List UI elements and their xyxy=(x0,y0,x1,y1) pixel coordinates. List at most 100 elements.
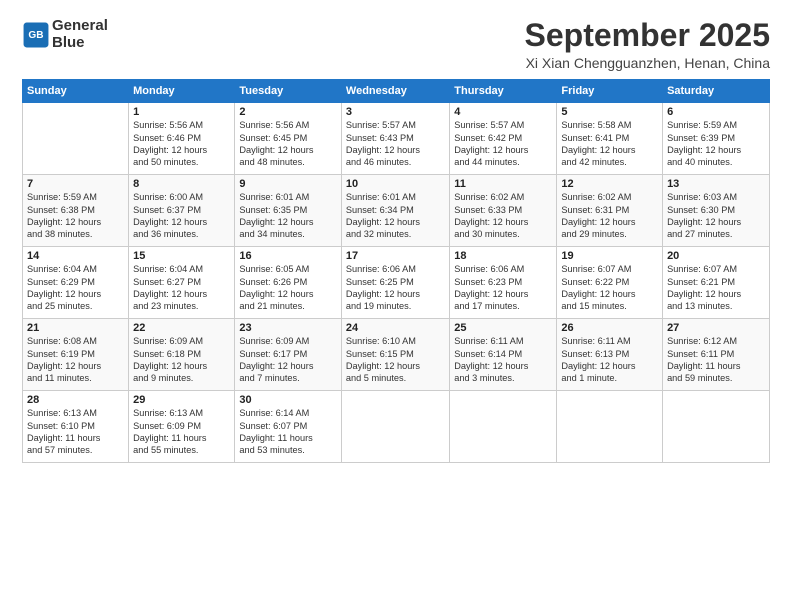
day-info: Sunrise: 5:59 AM Sunset: 6:39 PM Dayligh… xyxy=(667,119,765,169)
calendar-cell: 14Sunrise: 6:04 AM Sunset: 6:29 PM Dayli… xyxy=(23,247,129,319)
calendar-cell: 8Sunrise: 6:00 AM Sunset: 6:37 PM Daylig… xyxy=(129,175,235,247)
day-info: Sunrise: 5:56 AM Sunset: 6:45 PM Dayligh… xyxy=(239,119,337,169)
day-number: 23 xyxy=(239,322,337,334)
location-title: Xi Xian Chengguanzhen, Henan, China xyxy=(525,55,770,71)
header-thursday: Thursday xyxy=(450,80,557,103)
day-number: 29 xyxy=(133,394,230,406)
calendar-cell xyxy=(557,391,663,463)
day-info: Sunrise: 6:07 AM Sunset: 6:21 PM Dayligh… xyxy=(667,263,765,313)
calendar-cell xyxy=(450,391,557,463)
day-number: 1 xyxy=(133,106,230,118)
day-info: Sunrise: 6:02 AM Sunset: 6:31 PM Dayligh… xyxy=(561,191,658,241)
logo: GB General Blue xyxy=(22,18,108,51)
calendar-cell: 2Sunrise: 5:56 AM Sunset: 6:45 PM Daylig… xyxy=(235,103,342,175)
day-info: Sunrise: 6:13 AM Sunset: 6:09 PM Dayligh… xyxy=(133,407,230,457)
day-number: 27 xyxy=(667,322,765,334)
day-number: 25 xyxy=(454,322,552,334)
day-info: Sunrise: 6:06 AM Sunset: 6:23 PM Dayligh… xyxy=(454,263,552,313)
calendar-cell: 22Sunrise: 6:09 AM Sunset: 6:18 PM Dayli… xyxy=(129,319,235,391)
day-number: 9 xyxy=(239,178,337,190)
calendar-cell xyxy=(663,391,770,463)
calendar-cell: 28Sunrise: 6:13 AM Sunset: 6:10 PM Dayli… xyxy=(23,391,129,463)
day-number: 5 xyxy=(561,106,658,118)
day-number: 28 xyxy=(27,394,124,406)
week-row-1: 1Sunrise: 5:56 AM Sunset: 6:46 PM Daylig… xyxy=(23,103,770,175)
day-number: 7 xyxy=(27,178,124,190)
calendar-cell: 9Sunrise: 6:01 AM Sunset: 6:35 PM Daylig… xyxy=(235,175,342,247)
day-info: Sunrise: 6:08 AM Sunset: 6:19 PM Dayligh… xyxy=(27,335,124,385)
day-info: Sunrise: 6:06 AM Sunset: 6:25 PM Dayligh… xyxy=(346,263,445,313)
day-info: Sunrise: 6:12 AM Sunset: 6:11 PM Dayligh… xyxy=(667,335,765,385)
day-number: 22 xyxy=(133,322,230,334)
calendar-cell: 4Sunrise: 5:57 AM Sunset: 6:42 PM Daylig… xyxy=(450,103,557,175)
calendar-cell: 10Sunrise: 6:01 AM Sunset: 6:34 PM Dayli… xyxy=(341,175,449,247)
day-number: 6 xyxy=(667,106,765,118)
day-number: 11 xyxy=(454,178,552,190)
calendar-cell: 20Sunrise: 6:07 AM Sunset: 6:21 PM Dayli… xyxy=(663,247,770,319)
day-info: Sunrise: 6:01 AM Sunset: 6:35 PM Dayligh… xyxy=(239,191,337,241)
week-row-2: 7Sunrise: 5:59 AM Sunset: 6:38 PM Daylig… xyxy=(23,175,770,247)
day-number: 17 xyxy=(346,250,445,262)
week-row-3: 14Sunrise: 6:04 AM Sunset: 6:29 PM Dayli… xyxy=(23,247,770,319)
calendar-cell: 3Sunrise: 5:57 AM Sunset: 6:43 PM Daylig… xyxy=(341,103,449,175)
day-number: 8 xyxy=(133,178,230,190)
calendar-cell: 29Sunrise: 6:13 AM Sunset: 6:09 PM Dayli… xyxy=(129,391,235,463)
calendar-cell: 21Sunrise: 6:08 AM Sunset: 6:19 PM Dayli… xyxy=(23,319,129,391)
calendar-cell: 16Sunrise: 6:05 AM Sunset: 6:26 PM Dayli… xyxy=(235,247,342,319)
calendar-cell: 25Sunrise: 6:11 AM Sunset: 6:14 PM Dayli… xyxy=(450,319,557,391)
day-number: 30 xyxy=(239,394,337,406)
calendar-cell: 30Sunrise: 6:14 AM Sunset: 6:07 PM Dayli… xyxy=(235,391,342,463)
day-number: 18 xyxy=(454,250,552,262)
day-number: 14 xyxy=(27,250,124,262)
day-info: Sunrise: 6:09 AM Sunset: 6:17 PM Dayligh… xyxy=(239,335,337,385)
calendar-cell: 7Sunrise: 5:59 AM Sunset: 6:38 PM Daylig… xyxy=(23,175,129,247)
day-info: Sunrise: 6:11 AM Sunset: 6:13 PM Dayligh… xyxy=(561,335,658,385)
calendar-cell: 11Sunrise: 6:02 AM Sunset: 6:33 PM Dayli… xyxy=(450,175,557,247)
calendar-cell: 27Sunrise: 6:12 AM Sunset: 6:11 PM Dayli… xyxy=(663,319,770,391)
day-number: 21 xyxy=(27,322,124,334)
day-number: 3 xyxy=(346,106,445,118)
day-info: Sunrise: 6:11 AM Sunset: 6:14 PM Dayligh… xyxy=(454,335,552,385)
header-monday: Monday xyxy=(129,80,235,103)
svg-text:GB: GB xyxy=(28,30,43,41)
day-number: 16 xyxy=(239,250,337,262)
calendar-cell: 26Sunrise: 6:11 AM Sunset: 6:13 PM Dayli… xyxy=(557,319,663,391)
calendar-cell: 19Sunrise: 6:07 AM Sunset: 6:22 PM Dayli… xyxy=(557,247,663,319)
day-number: 26 xyxy=(561,322,658,334)
calendar-cell: 5Sunrise: 5:58 AM Sunset: 6:41 PM Daylig… xyxy=(557,103,663,175)
header-row: Sunday Monday Tuesday Wednesday Thursday… xyxy=(23,80,770,103)
day-info: Sunrise: 6:13 AM Sunset: 6:10 PM Dayligh… xyxy=(27,407,124,457)
day-info: Sunrise: 6:04 AM Sunset: 6:27 PM Dayligh… xyxy=(133,263,230,313)
calendar-cell: 12Sunrise: 6:02 AM Sunset: 6:31 PM Dayli… xyxy=(557,175,663,247)
calendar-cell: 23Sunrise: 6:09 AM Sunset: 6:17 PM Dayli… xyxy=(235,319,342,391)
day-info: Sunrise: 5:59 AM Sunset: 6:38 PM Dayligh… xyxy=(27,191,124,241)
calendar-table: Sunday Monday Tuesday Wednesday Thursday… xyxy=(22,79,770,463)
header-tuesday: Tuesday xyxy=(235,80,342,103)
day-number: 20 xyxy=(667,250,765,262)
week-row-4: 21Sunrise: 6:08 AM Sunset: 6:19 PM Dayli… xyxy=(23,319,770,391)
day-info: Sunrise: 6:09 AM Sunset: 6:18 PM Dayligh… xyxy=(133,335,230,385)
day-number: 4 xyxy=(454,106,552,118)
day-number: 24 xyxy=(346,322,445,334)
calendar-cell xyxy=(341,391,449,463)
header-friday: Friday xyxy=(557,80,663,103)
calendar-cell: 6Sunrise: 5:59 AM Sunset: 6:39 PM Daylig… xyxy=(663,103,770,175)
day-number: 15 xyxy=(133,250,230,262)
day-info: Sunrise: 6:04 AM Sunset: 6:29 PM Dayligh… xyxy=(27,263,124,313)
day-info: Sunrise: 6:10 AM Sunset: 6:15 PM Dayligh… xyxy=(346,335,445,385)
calendar-cell: 15Sunrise: 6:04 AM Sunset: 6:27 PM Dayli… xyxy=(129,247,235,319)
day-number: 19 xyxy=(561,250,658,262)
day-number: 2 xyxy=(239,106,337,118)
calendar-cell: 13Sunrise: 6:03 AM Sunset: 6:30 PM Dayli… xyxy=(663,175,770,247)
day-info: Sunrise: 5:57 AM Sunset: 6:42 PM Dayligh… xyxy=(454,119,552,169)
day-number: 12 xyxy=(561,178,658,190)
day-info: Sunrise: 6:14 AM Sunset: 6:07 PM Dayligh… xyxy=(239,407,337,457)
month-title: September 2025 xyxy=(525,18,770,53)
logo-line2: Blue xyxy=(52,35,108,52)
header-wednesday: Wednesday xyxy=(341,80,449,103)
calendar-cell: 1Sunrise: 5:56 AM Sunset: 6:46 PM Daylig… xyxy=(129,103,235,175)
day-info: Sunrise: 5:58 AM Sunset: 6:41 PM Dayligh… xyxy=(561,119,658,169)
day-number: 13 xyxy=(667,178,765,190)
day-info: Sunrise: 6:02 AM Sunset: 6:33 PM Dayligh… xyxy=(454,191,552,241)
calendar-cell xyxy=(23,103,129,175)
